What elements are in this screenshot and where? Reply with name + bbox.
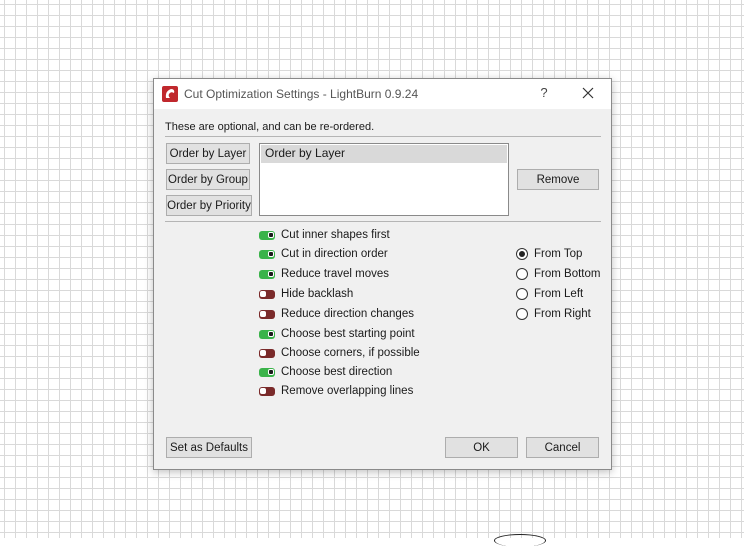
close-icon[interactable]: [578, 83, 598, 103]
option-label: Reduce direction changes: [281, 308, 414, 320]
radio-unchecked-icon[interactable]: [516, 308, 528, 320]
dialog-title: Cut Optimization Settings - LightBurn 0.…: [184, 87, 419, 101]
toggle-on-icon[interactable]: [259, 249, 275, 259]
option-reduce-travel-moves[interactable]: Reduce travel moves: [259, 266, 389, 282]
toggle-off-icon[interactable]: [259, 289, 275, 299]
order-by-layer-button[interactable]: Order by Layer: [166, 143, 250, 164]
toggle-off-icon[interactable]: [259, 348, 275, 358]
remove-button[interactable]: Remove: [517, 169, 599, 190]
radio-from-top[interactable]: From Top: [516, 246, 582, 262]
option-label: Remove overlapping lines: [281, 385, 414, 397]
option-choose-best-starting-point[interactable]: Choose best starting point: [259, 326, 415, 342]
option-hide-backlash[interactable]: Hide backlash: [259, 286, 353, 302]
order-by-group-button[interactable]: Order by Group: [166, 169, 250, 190]
ok-button[interactable]: OK: [445, 437, 518, 458]
option-reduce-direction-changes[interactable]: Reduce direction changes: [259, 306, 414, 322]
radio-from-left[interactable]: From Left: [516, 286, 583, 302]
order-list[interactable]: Order by Layer: [259, 143, 509, 216]
option-remove-overlapping-lines[interactable]: Remove overlapping lines: [259, 383, 413, 399]
option-label: Cut in direction order: [281, 248, 388, 260]
toggle-off-icon[interactable]: [259, 309, 275, 319]
option-choose-corners[interactable]: Choose corners, if possible: [259, 345, 420, 361]
help-button[interactable]: ?: [534, 85, 554, 103]
radio-checked-icon[interactable]: [516, 248, 528, 260]
radio-label: From Top: [534, 248, 583, 260]
cut-optimization-dialog: Cut Optimization Settings - LightBurn 0.…: [153, 78, 612, 470]
radio-unchecked-icon[interactable]: [516, 288, 528, 300]
radio-from-right[interactable]: From Right: [516, 306, 591, 322]
separator: [165, 136, 601, 137]
title-bar: Cut Optimization Settings - LightBurn 0.…: [154, 79, 611, 109]
cancel-button[interactable]: Cancel: [526, 437, 599, 458]
canvas-shape: [494, 534, 546, 547]
set-as-defaults-button[interactable]: Set as Defaults: [166, 437, 252, 458]
option-label: Reduce travel moves: [281, 268, 390, 280]
list-item[interactable]: Order by Layer: [261, 145, 507, 163]
option-cut-in-direction-order[interactable]: Cut in direction order: [259, 246, 388, 262]
option-label: Hide backlash: [281, 288, 354, 300]
toggle-on-icon[interactable]: [259, 230, 275, 240]
radio-unchecked-icon[interactable]: [516, 268, 528, 280]
toggle-on-icon[interactable]: [259, 367, 275, 377]
intro-text: These are optional, and can be re-ordere…: [165, 121, 375, 133]
toggle-on-icon[interactable]: [259, 329, 275, 339]
radio-label: From Right: [534, 308, 591, 320]
option-label: Choose corners, if possible: [281, 347, 420, 359]
option-label: Choose best starting point: [281, 328, 415, 340]
toggle-on-icon[interactable]: [259, 269, 275, 279]
separator: [165, 221, 601, 222]
toggle-off-icon[interactable]: [259, 386, 275, 396]
option-cut-inner-shapes-first[interactable]: Cut inner shapes first: [259, 227, 390, 243]
lightburn-app-icon: [162, 86, 178, 102]
option-label: Cut inner shapes first: [281, 229, 390, 241]
option-label: Choose best direction: [281, 366, 393, 378]
radio-label: From Bottom: [534, 268, 601, 280]
radio-label: From Left: [534, 288, 584, 300]
option-choose-best-direction[interactable]: Choose best direction: [259, 364, 392, 380]
radio-from-bottom[interactable]: From Bottom: [516, 266, 600, 282]
order-by-priority-button[interactable]: Order by Priority: [166, 195, 252, 216]
